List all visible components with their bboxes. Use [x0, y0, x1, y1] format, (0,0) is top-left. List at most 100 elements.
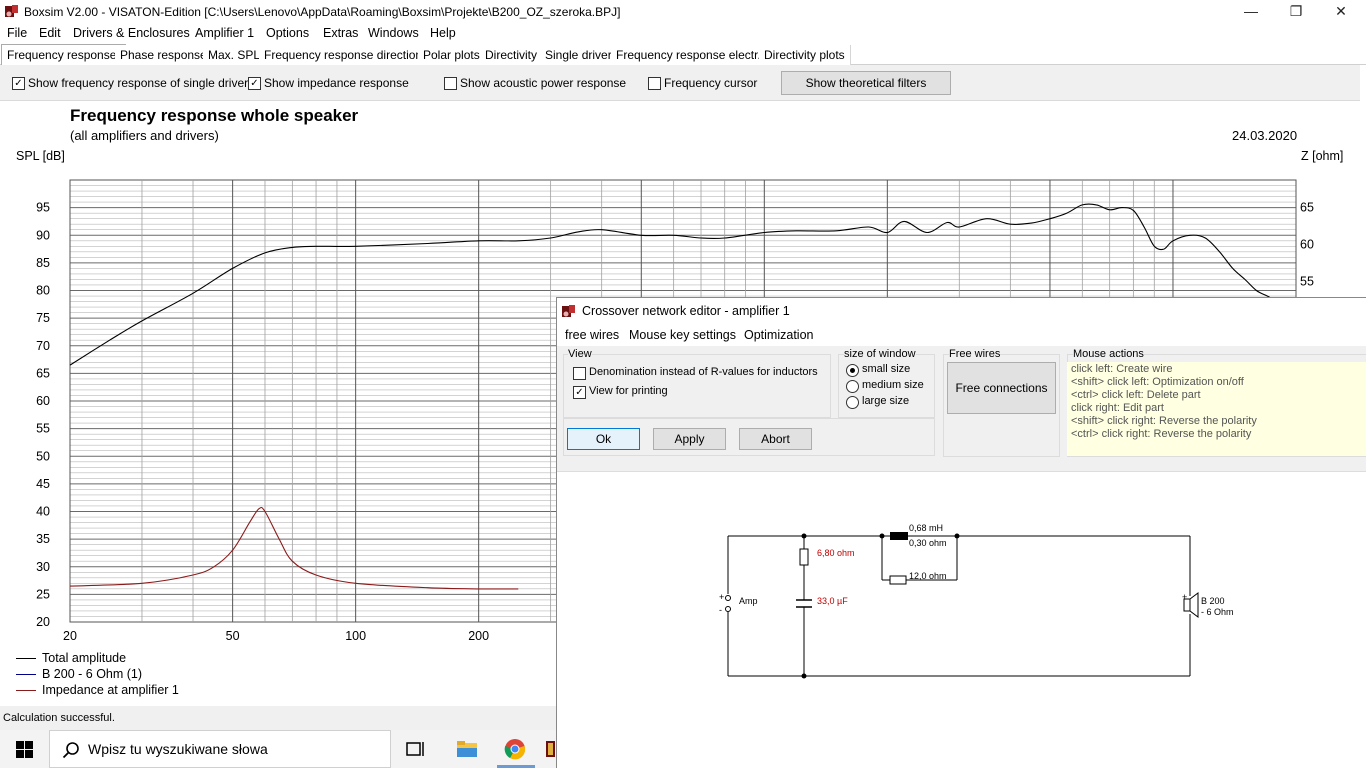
mouse-action-item: <ctrl> click left: Delete part [1071, 389, 1201, 401]
x-tick-label: 50 [226, 629, 240, 643]
amp-terminal-plus[interactable] [725, 595, 731, 601]
menu-help[interactable]: Help [430, 26, 456, 40]
y-tick-label: 30 [36, 560, 50, 574]
crossover-app-icon [562, 305, 575, 317]
menu-mouse-key-settings[interactable]: Mouse key settings [629, 328, 736, 342]
denomination-label: Denomination instead of R-values for ind… [589, 366, 818, 378]
y-tick-label: 70 [36, 339, 50, 353]
chrome-icon[interactable] [504, 738, 526, 760]
legend-swatch-total [16, 658, 36, 660]
medium-size-label: medium size [862, 379, 924, 391]
capacitor-value: 33,0 µF [817, 596, 848, 606]
ok-button[interactable]: Ok [567, 428, 640, 450]
amp-terminal-minus[interactable] [725, 606, 731, 612]
tab-frequency-response-electr[interactable]: Frequency response electr.. [611, 45, 771, 65]
boxsim-taskbar-icon[interactable] [545, 739, 556, 759]
menu-bar: File Edit Drivers & Enclosures Amplifier… [0, 24, 1366, 44]
impedance-checkbox[interactable]: ✓ [248, 77, 261, 90]
legend-label-total: Total amplitude [42, 651, 127, 665]
tab-directivity[interactable]: Directivity [480, 45, 544, 65]
y-tick-label: 80 [36, 284, 50, 298]
apply-button[interactable]: Apply [653, 428, 726, 450]
menu-file[interactable]: File [7, 26, 27, 40]
impedance-label: Show impedance response [264, 76, 409, 90]
capacitor-33uf[interactable] [796, 599, 812, 608]
view-printing-checkbox[interactable]: ✓ [573, 386, 586, 399]
y-tick-label: 95 [36, 201, 50, 215]
y-tick-label: 50 [36, 449, 50, 463]
resistor-6-80-ohm[interactable] [799, 548, 809, 566]
acoustic-power-label: Show acoustic power response [460, 76, 627, 90]
legend-label-impedance: Impedance at amplifier 1 [42, 683, 179, 697]
y-tick-label: 20 [36, 615, 50, 629]
mouse-action-item: <ctrl> click right: Reverse the polarity [1071, 428, 1252, 440]
acoustic-power-checkbox[interactable] [444, 77, 457, 90]
menu-drivers-enclosures[interactable]: Drivers & Enclosures [73, 26, 190, 40]
y-tick-label: 85 [36, 256, 50, 270]
menu-windows[interactable]: Windows [368, 26, 419, 40]
x-tick-label: 20 [63, 629, 77, 643]
restore-button[interactable]: ❐ [1273, 0, 1319, 24]
search-icon [62, 742, 79, 759]
denomination-checkbox[interactable] [573, 367, 586, 380]
status-bar: Calculation successful. [0, 706, 556, 730]
menu-optimization[interactable]: Optimization [744, 328, 813, 342]
radio-small-size[interactable] [846, 364, 859, 377]
inductor-resistance: 0,30 ohm [909, 538, 947, 548]
menu-edit[interactable]: Edit [39, 26, 61, 40]
driver-name-label: B 200 [1201, 596, 1225, 606]
y-tick-label: 40 [36, 505, 50, 519]
tab-frequency-response[interactable]: Frequency response. [1, 44, 126, 66]
search-placeholder: Wpisz tu wyszukiwane słowa [88, 741, 268, 757]
driver-plus-label: + [1182, 592, 1187, 602]
tab-frequency-response-directions[interactable]: Frequency response directions [259, 45, 435, 65]
x-tick-label: 100 [345, 629, 366, 643]
radio-large-size[interactable] [846, 396, 859, 409]
close-button[interactable]: ✕ [1318, 0, 1364, 24]
window-title: Boxsim V2.00 - VISATON-Edition [C:\Users… [24, 5, 621, 19]
y-tick-label: 25 [36, 587, 50, 601]
crossover-settings-panel: View Denomination instead of R-values fo… [557, 346, 1366, 472]
free-connections-button[interactable]: Free connections [947, 362, 1056, 414]
crossover-title: Crossover network editor - amplifier 1 [582, 304, 790, 318]
minimize-button[interactable]: — [1228, 0, 1274, 24]
abort-button[interactable]: Abort [739, 428, 812, 450]
y-tick-label: 60 [36, 394, 50, 408]
tab-max-spl[interactable]: Max. SPL [203, 45, 267, 65]
amp-plus-label: + [719, 592, 724, 602]
windows-start-icon[interactable] [16, 741, 33, 758]
inductor-0-68mh[interactable] [890, 532, 908, 540]
taskbar-search-box[interactable]: Wpisz tu wyszukiwane słowa [49, 730, 391, 768]
single-driver-checkbox[interactable]: ✓ [12, 77, 25, 90]
tab-phase-response[interactable]: Phase response [115, 45, 213, 65]
y-tick-label: 55 [36, 422, 50, 436]
y-tick-label: 90 [36, 228, 50, 242]
mouse-actions-list: click left: Create wire <shift> click le… [1067, 362, 1366, 456]
menu-amplifier-1[interactable]: Amplifier 1 [195, 26, 254, 40]
y-tick-label: 35 [36, 532, 50, 546]
tab-single-driver[interactable]: Single driver [540, 45, 618, 65]
tab-directivity-plots[interactable]: Directivity plots [759, 45, 851, 65]
file-explorer-icon[interactable] [456, 739, 478, 759]
radio-medium-size[interactable] [846, 380, 859, 393]
title-bar: Boxsim V2.00 - VISATON-Edition [C:\Users… [0, 0, 1366, 24]
amp-label: Amp [739, 596, 758, 606]
resistor-12-ohm[interactable] [889, 575, 907, 585]
menu-free-wires[interactable]: free wires [565, 328, 619, 342]
size-group-label: size of window [844, 348, 916, 360]
single-driver-label: Show frequency response of single driver [28, 76, 249, 90]
crossover-editor-window: Crossover network editor - amplifier 1 f… [556, 297, 1366, 768]
crossover-title-bar: Crossover network editor - amplifier 1 [557, 298, 1366, 325]
menu-options[interactable]: Options [266, 26, 309, 40]
crossover-schematic[interactable]: + - Amp 6,80 ohm 33,0 µF 0,68 mH 0,30 oh… [557, 472, 1366, 769]
mouse-action-item: <shift> click right: Reverse the polarit… [1071, 415, 1257, 427]
legend-entry-impedance: Impedance at amplifier 1 [16, 683, 179, 699]
legend-swatch-impedance [16, 690, 36, 692]
show-theoretical-filters-button[interactable]: Show theoretical filters [781, 71, 951, 95]
y-tick-label: 75 [36, 311, 50, 325]
task-view-icon[interactable] [406, 740, 426, 758]
frequency-cursor-checkbox[interactable] [648, 77, 661, 90]
menu-extras[interactable]: Extras [323, 26, 358, 40]
status-text: Calculation successful. [3, 712, 115, 724]
tab-polar-plots[interactable]: Polar plots [418, 45, 486, 65]
